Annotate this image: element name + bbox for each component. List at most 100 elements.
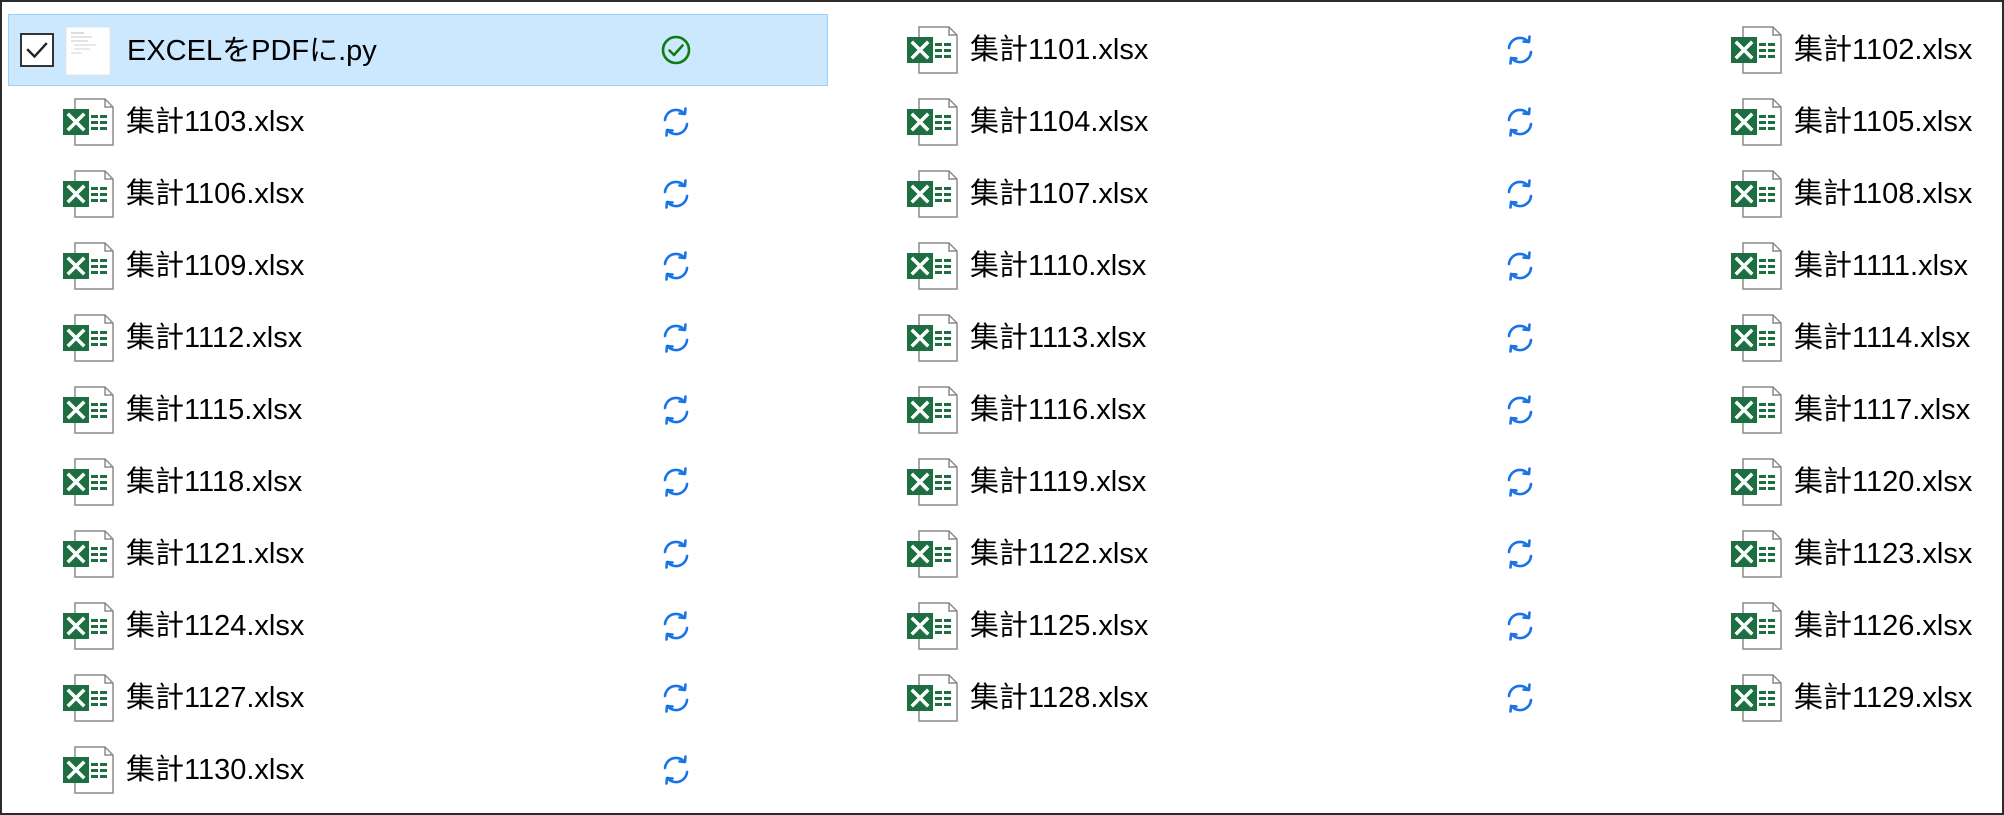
sync-icon	[1504, 106, 1536, 138]
file-item[interactable]: 集計1116.xlsx	[852, 374, 1672, 446]
file-name: 集計1109.xlsx	[126, 250, 305, 282]
excel-file-icon	[61, 530, 115, 578]
excel-file-icon	[61, 98, 115, 146]
sync-icon	[660, 754, 692, 786]
file-name: 集計1122.xlsx	[970, 538, 1149, 570]
excel-file-icon	[61, 602, 115, 650]
check-circle-icon	[660, 34, 692, 66]
sync-icon	[1504, 466, 1536, 498]
file-name: 集計1106.xlsx	[126, 178, 305, 210]
excel-file-icon	[1729, 314, 1783, 362]
file-item[interactable]: 集計1122.xlsx	[852, 518, 1672, 590]
file-name: 集計1123.xlsx	[1794, 538, 1973, 570]
excel-file-icon	[1729, 386, 1783, 434]
excel-file-icon	[1729, 170, 1783, 218]
excel-file-icon	[61, 314, 115, 362]
file-item[interactable]: 集計1112.xlsx	[8, 302, 828, 374]
file-item[interactable]: 集計1108.xlsx	[1676, 158, 1996, 230]
file-name: 集計1120.xlsx	[1794, 466, 1973, 498]
file-item[interactable]: 集計1107.xlsx	[852, 158, 1672, 230]
file-item[interactable]: 集計1120.xlsx	[1676, 446, 1996, 518]
file-name: 集計1104.xlsx	[970, 106, 1149, 138]
excel-file-icon	[61, 170, 115, 218]
file-name: 集計1114.xlsx	[1794, 322, 1971, 354]
file-item[interactable]: 集計1114.xlsx	[1676, 302, 1996, 374]
file-item[interactable]: 集計1124.xlsx	[8, 590, 828, 662]
sync-icon	[660, 682, 692, 714]
file-item[interactable]: 集計1121.xlsx	[8, 518, 828, 590]
excel-file-icon	[905, 458, 959, 506]
file-name: 集計1108.xlsx	[1794, 178, 1973, 210]
file-item[interactable]: 集計1104.xlsx	[852, 86, 1672, 158]
python-file-icon	[62, 26, 116, 76]
sync-icon	[660, 538, 692, 570]
file-name: 集計1119.xlsx	[970, 466, 1147, 498]
excel-file-icon	[61, 386, 115, 434]
excel-file-icon	[905, 314, 959, 362]
file-item[interactable]: EXCELをPDFに.py	[8, 14, 828, 86]
file-item[interactable]: 集計1119.xlsx	[852, 446, 1672, 518]
excel-file-icon	[61, 242, 115, 290]
file-name: 集計1126.xlsx	[1794, 610, 1973, 642]
file-item[interactable]: 集計1102.xlsx	[1676, 14, 1996, 86]
file-item[interactable]: 集計1127.xlsx	[8, 662, 828, 734]
sync-icon	[660, 322, 692, 354]
file-name: 集計1103.xlsx	[126, 106, 305, 138]
excel-file-icon	[61, 674, 115, 722]
sync-icon	[1504, 178, 1536, 210]
excel-file-icon	[905, 530, 959, 578]
excel-file-icon	[1729, 458, 1783, 506]
file-item[interactable]: 集計1109.xlsx	[8, 230, 828, 302]
excel-file-icon	[905, 242, 959, 290]
sync-icon	[1504, 394, 1536, 426]
file-item[interactable]: 集計1111.xlsx	[1676, 230, 1996, 302]
file-item[interactable]: 集計1101.xlsx	[852, 14, 1672, 86]
file-item[interactable]: 集計1126.xlsx	[1676, 590, 1996, 662]
file-item[interactable]: 集計1105.xlsx	[1676, 86, 1996, 158]
sync-icon	[660, 394, 692, 426]
sync-icon	[660, 610, 692, 642]
file-item[interactable]: 集計1129.xlsx	[1676, 662, 1996, 734]
excel-file-icon	[905, 602, 959, 650]
sync-icon	[1504, 322, 1536, 354]
file-name: 集計1110.xlsx	[970, 250, 1147, 282]
item-checkbox[interactable]	[20, 33, 54, 67]
sync-icon	[660, 250, 692, 282]
sync-icon	[660, 178, 692, 210]
file-item[interactable]: 集計1118.xlsx	[8, 446, 828, 518]
excel-file-icon	[905, 386, 959, 434]
file-name: EXCELをPDFに.py	[127, 35, 377, 67]
file-name: 集計1105.xlsx	[1794, 106, 1973, 138]
file-name: 集計1118.xlsx	[126, 466, 303, 498]
file-item[interactable]: 集計1113.xlsx	[852, 302, 1672, 374]
file-list-view[interactable]: EXCELをPDFに.py 集計1101.xlsx 集計1102.xlsx 集計…	[0, 0, 2004, 815]
file-name: 集計1101.xlsx	[970, 34, 1149, 66]
sync-icon	[660, 106, 692, 138]
excel-file-icon	[1729, 674, 1783, 722]
file-item[interactable]: 集計1106.xlsx	[8, 158, 828, 230]
sync-icon	[1504, 538, 1536, 570]
file-name: 集計1107.xlsx	[970, 178, 1149, 210]
file-item[interactable]: 集計1123.xlsx	[1676, 518, 1996, 590]
file-name: 集計1128.xlsx	[970, 682, 1149, 714]
excel-file-icon	[905, 98, 959, 146]
file-name: 集計1111.xlsx	[1794, 250, 1969, 282]
file-name: 集計1117.xlsx	[1794, 394, 1971, 426]
sync-icon	[1504, 610, 1536, 642]
file-name: 集計1127.xlsx	[126, 682, 305, 714]
file-item[interactable]: 集計1103.xlsx	[8, 86, 828, 158]
excel-file-icon	[1729, 26, 1783, 74]
sync-icon	[1504, 682, 1536, 714]
file-item[interactable]: 集計1110.xlsx	[852, 230, 1672, 302]
file-item[interactable]: 集計1117.xlsx	[1676, 374, 1996, 446]
file-item[interactable]: 集計1130.xlsx	[8, 734, 828, 806]
file-name: 集計1112.xlsx	[126, 322, 303, 354]
sync-icon	[1504, 34, 1536, 66]
file-name: 集計1130.xlsx	[126, 754, 305, 786]
excel-file-icon	[1729, 602, 1783, 650]
file-item[interactable]: 集計1115.xlsx	[8, 374, 828, 446]
file-item[interactable]: 集計1125.xlsx	[852, 590, 1672, 662]
file-name: 集計1121.xlsx	[126, 538, 305, 570]
file-item[interactable]: 集計1128.xlsx	[852, 662, 1672, 734]
excel-file-icon	[905, 26, 959, 74]
